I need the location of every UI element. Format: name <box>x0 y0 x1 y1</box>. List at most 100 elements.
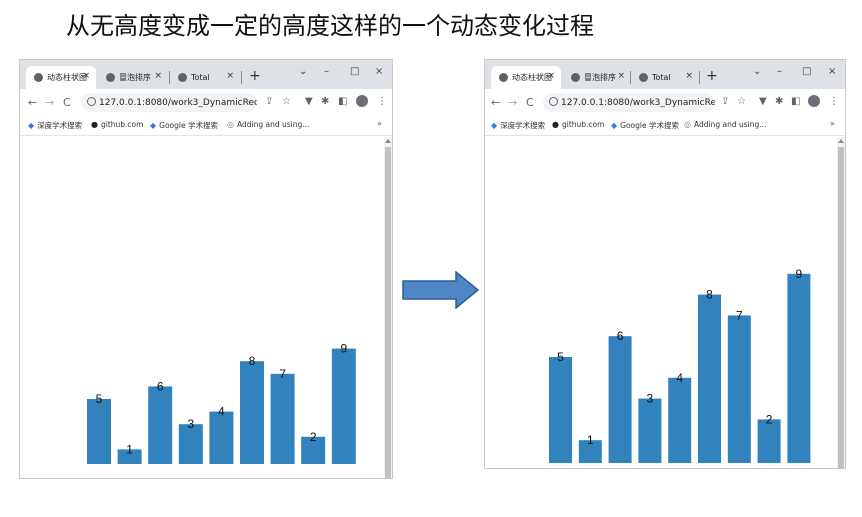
tab-dynamic-bar-chart[interactable]: 动态柱状图 × <box>26 66 96 89</box>
close-window-button[interactable]: × <box>375 66 383 77</box>
scroll-up-arrow-icon[interactable] <box>838 139 844 143</box>
minimize-button[interactable]: – <box>324 66 329 77</box>
bookmark-item[interactable]: ◎ Adding and using... <box>684 120 766 129</box>
scrollbar[interactable] <box>384 137 392 478</box>
tab-total[interactable]: Total × <box>631 66 699 89</box>
bar-value-label: 5 <box>557 350 564 364</box>
globe-icon <box>571 73 580 82</box>
close-icon[interactable]: × <box>226 71 234 81</box>
bookmark-item[interactable]: ◆ 深度学术搜索 <box>491 120 545 131</box>
close-icon[interactable]: × <box>154 71 162 81</box>
site-info-icon[interactable] <box>549 97 558 106</box>
caption-text: 从无高度变成一定的高度这样的一个动态变化过程 <box>66 12 594 40</box>
tab-total[interactable]: Total × <box>170 66 240 89</box>
github-icon: ● <box>552 120 559 129</box>
tab-label: Total <box>191 73 210 82</box>
close-icon[interactable]: × <box>82 71 90 81</box>
star-icon[interactable]: ☆ <box>282 96 291 107</box>
menu-icon[interactable]: ⋮ <box>829 96 839 107</box>
tab-label: 冒泡排序 <box>584 73 616 82</box>
bookmark-label: Adding and using... <box>693 120 767 129</box>
forward-button[interactable]: → <box>45 96 54 109</box>
reload-button[interactable]: C <box>63 96 71 109</box>
bar-9 <box>331 348 356 464</box>
bookmarks-bar: ◆ 深度学术搜索 ● github.com ◆ Google 学术搜索 ◎ Adding… <box>485 116 845 136</box>
bar-value-label: 7 <box>279 367 286 381</box>
new-tab-button[interactable]: + <box>706 68 718 84</box>
diamond-icon: ◆ <box>28 121 35 130</box>
forward-button[interactable]: → <box>508 96 517 109</box>
bar-1 <box>87 399 111 464</box>
back-button[interactable]: ← <box>491 96 500 109</box>
address-bar[interactable]: 127.0.0.1:8080/work3_DynamicRect.html <box>543 93 715 112</box>
tab-dynamic-bar-chart[interactable]: 动态柱状图 × <box>491 66 561 89</box>
page-viewport: 5 1 6 3 4 8 7 2 9 <box>485 137 837 468</box>
bar-value-label: 9 <box>340 342 347 356</box>
scrollbar[interactable] <box>837 137 845 468</box>
bookmarks-more-icon[interactable]: » <box>830 119 835 128</box>
extension-filter-icon[interactable]: ▼ <box>759 96 767 107</box>
bar-chart-after: 5 1 6 3 4 8 7 2 9 <box>549 267 811 463</box>
close-icon[interactable]: × <box>617 71 625 81</box>
puzzle-icon[interactable]: ✱ <box>321 96 329 107</box>
globe-icon: ◎ <box>227 120 234 129</box>
tab-search-icon[interactable]: ⌄ <box>753 66 761 77</box>
avatar[interactable] <box>356 95 368 107</box>
tab-bubble-sort[interactable]: 冒泡排序 × <box>98 66 168 89</box>
bar-7 <box>270 373 295 464</box>
bar-6 <box>698 294 721 463</box>
close-window-button[interactable]: × <box>828 66 836 77</box>
bar-4 <box>638 398 662 463</box>
star-icon[interactable]: ☆ <box>737 96 746 107</box>
bar-value-label: 2 <box>310 430 317 444</box>
avatar[interactable] <box>808 95 820 107</box>
address-bar[interactable]: 127.0.0.1:8080/work3_DynamicRect.html <box>81 93 257 112</box>
menu-icon[interactable]: ⋮ <box>377 96 387 107</box>
bookmark-item[interactable]: ◆ Google 学术搜索 <box>150 120 218 131</box>
page-viewport: 5 1 6 3 4 8 7 2 9 <box>20 137 384 478</box>
share-icon[interactable]: ⇪ <box>265 96 273 107</box>
reload-button[interactable]: C <box>526 96 534 109</box>
bookmark-label: 深度学术搜索 <box>500 121 546 130</box>
bookmarks-more-icon[interactable]: » <box>377 119 382 128</box>
bar-value-label: 1 <box>126 442 133 456</box>
bar-7 <box>727 315 751 463</box>
bar-value-label: 3 <box>187 417 194 431</box>
browser-window-after: 动态柱状图 × 冒泡排序 × Total × + ⌄ – □ × ← → C 1… <box>484 59 846 469</box>
extension-filter-icon[interactable]: ▼ <box>305 96 313 107</box>
maximize-button[interactable]: □ <box>350 66 359 77</box>
back-button[interactable]: ← <box>28 96 37 109</box>
bar-6 <box>240 361 264 464</box>
bar-value-label: 6 <box>617 329 624 343</box>
maximize-button[interactable]: □ <box>802 66 811 77</box>
side-panel-icon[interactable]: ◧ <box>791 96 800 107</box>
tab-separator <box>241 71 242 84</box>
side-panel-icon[interactable]: ◧ <box>338 96 347 107</box>
tab-bubble-sort[interactable]: 冒泡排序 × <box>563 66 631 89</box>
share-icon[interactable]: ⇪ <box>721 96 729 107</box>
tab-separator <box>699 71 700 84</box>
scrollbar-thumb[interactable] <box>838 147 844 468</box>
close-icon[interactable]: × <box>685 71 693 81</box>
tab-search-icon[interactable]: ⌄ <box>299 66 307 77</box>
scroll-up-arrow-icon[interactable] <box>385 139 391 143</box>
scrollbar-thumb[interactable] <box>385 147 391 478</box>
globe-icon <box>106 73 115 82</box>
bookmark-item[interactable]: ● github.com <box>91 120 143 129</box>
bar-3 <box>148 386 173 464</box>
minimize-button[interactable]: – <box>777 66 782 77</box>
tab-label: 冒泡排序 <box>119 73 151 82</box>
close-icon[interactable]: × <box>547 71 555 81</box>
site-info-icon[interactable] <box>87 97 96 106</box>
bookmarks-bar: ◆ 深度学术搜索 ● github.com ◆ Google 学术搜索 ◎ Adding… <box>20 116 392 136</box>
bookmark-item[interactable]: ◆ Google 学术搜索 <box>611 120 679 131</box>
new-tab-button[interactable]: + <box>249 68 261 84</box>
github-icon: ● <box>91 120 98 129</box>
puzzle-icon[interactable]: ✱ <box>775 96 783 107</box>
globe-icon: ◎ <box>684 120 691 129</box>
tab-label: Total <box>652 73 671 82</box>
bookmark-item[interactable]: ◆ 深度学术搜索 <box>28 120 82 131</box>
bookmark-item[interactable]: ● github.com <box>552 120 604 129</box>
bar-value-label: 2 <box>766 412 773 426</box>
bookmark-item[interactable]: ◎ Adding and using... <box>227 120 309 129</box>
